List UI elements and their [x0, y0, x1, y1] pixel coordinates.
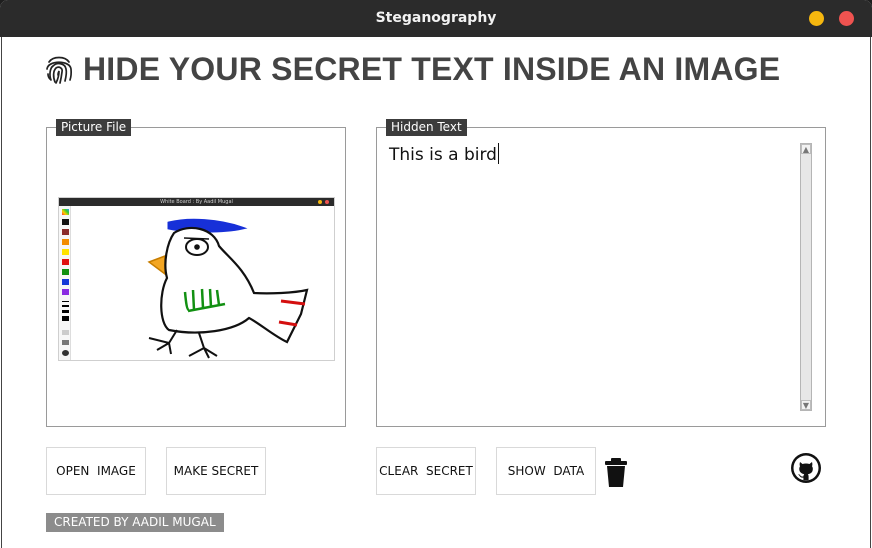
credit-badge: CREATED BY AADIL MUGAL: [46, 513, 224, 532]
github-icon[interactable]: [790, 452, 822, 484]
show-data-button[interactable]: SHOW DATA: [496, 447, 596, 495]
app-window: Steganography HIDE YOUR SECRET TEXT INSI…: [0, 0, 872, 548]
clear-secret-button[interactable]: CLEAR SECRET: [376, 447, 476, 495]
open-image-button[interactable]: OPEN IMAGE: [46, 447, 146, 495]
hidden-text-value: This is a bird: [389, 145, 497, 165]
page-title: HIDE YOUR SECRET TEXT INSIDE AN IMAGE: [83, 51, 781, 87]
trash-icon[interactable]: [604, 458, 628, 488]
hidden-text-group: Hidden Text This is a bird ▲ ▼: [376, 119, 826, 427]
fingerprint-icon: [46, 56, 73, 84]
picture-file-group: Picture File White Board : By Aadil Muga…: [46, 119, 346, 427]
minimize-button[interactable]: [809, 11, 824, 26]
close-button[interactable]: [839, 11, 854, 26]
hidden-text-label: Hidden Text: [386, 119, 467, 136]
hidden-text-input[interactable]: This is a bird: [389, 143, 499, 165]
make-secret-button[interactable]: MAKE SECRET: [166, 447, 266, 495]
image-preview: White Board : By Aadil Mugal: [58, 197, 335, 361]
text-scrollbar[interactable]: ▲ ▼: [800, 143, 812, 411]
window-title: Steganography: [375, 10, 497, 26]
picture-file-label: Picture File: [56, 119, 132, 136]
scroll-down-icon[interactable]: ▼: [801, 400, 811, 410]
title-bar[interactable]: Steganography: [0, 0, 872, 37]
scroll-up-icon[interactable]: ▲: [801, 144, 811, 154]
text-caret: [497, 143, 499, 164]
bird-drawing: [147, 218, 309, 359]
